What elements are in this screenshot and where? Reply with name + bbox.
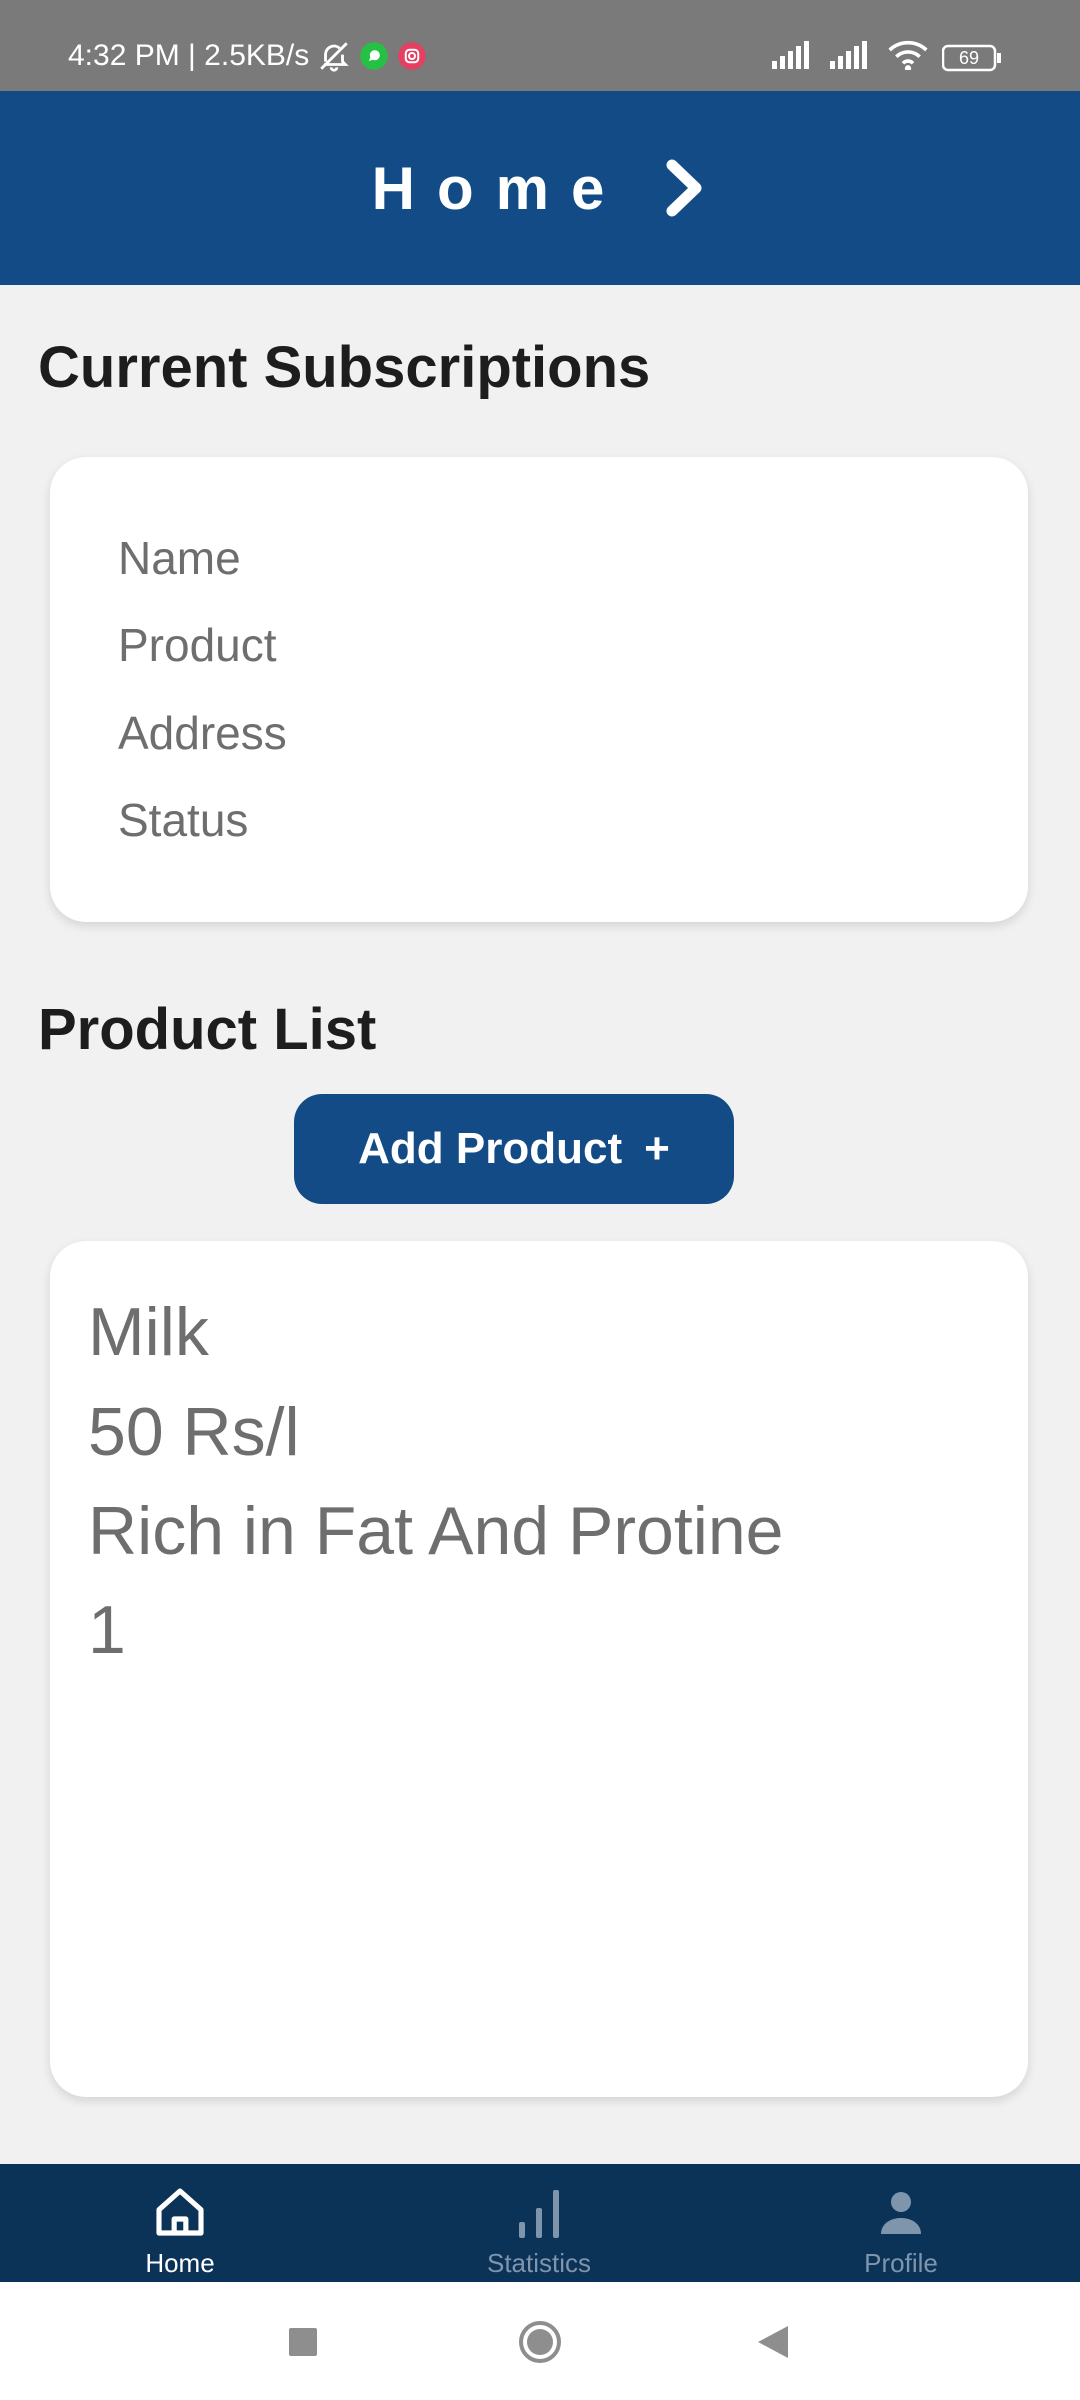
subscription-address-label: Address [118, 707, 287, 759]
subscription-status-label: Status [118, 794, 249, 846]
nav-item-home[interactable]: Home [50, 2164, 310, 2282]
signal-icon [830, 41, 874, 74]
nav-label-statistics: Statistics [486, 2248, 592, 2278]
nav-item-profile[interactable]: Profile [771, 2164, 1031, 2282]
chevron-right-icon[interactable] [662, 157, 708, 219]
battery-level: 69 [958, 47, 980, 68]
bar-chart-icon [515, 2180, 563, 2244]
product-price: 50 Rs/l [88, 1394, 300, 1470]
add-product-label: Add Product [358, 1124, 623, 1173]
person-icon [877, 2180, 925, 2244]
system-navigation-bar [0, 2282, 1080, 2400]
whatsapp-icon [359, 41, 389, 71]
subscription-name-label: Name [118, 532, 241, 584]
signal-icon [772, 41, 816, 74]
bottom-navigation: Home Statistics Profile [0, 2164, 1080, 2282]
battery-icon: 69 [941, 44, 1002, 72]
page-title: Home [371, 154, 627, 222]
status-right: 69 [772, 40, 1002, 75]
status-left: 4:32 PM | 2.5KB/s [68, 38, 427, 74]
subscription-card[interactable]: Name Product Address Status [50, 457, 1028, 922]
bell-off-icon [317, 39, 351, 73]
home-icon [152, 2180, 208, 2244]
status-time-speed: 4:32 PM | 2.5KB/s [68, 39, 310, 72]
nav-label-home: Home [145, 2248, 215, 2278]
subscriptions-heading: Current Subscriptions [38, 335, 651, 400]
home-circle-icon[interactable] [518, 2320, 562, 2369]
nav-item-statistics[interactable]: Statistics [409, 2164, 669, 2282]
nav-label-profile: Profile [864, 2248, 938, 2278]
wifi-icon [888, 40, 928, 75]
back-icon[interactable] [756, 2324, 790, 2365]
product-name: Milk [88, 1294, 209, 1370]
product-quantity: 1 [88, 1592, 126, 1668]
instagram-icon [397, 41, 427, 71]
subscription-product-label: Product [118, 619, 277, 671]
add-product-button[interactable]: Add Product + [294, 1094, 734, 1204]
recents-icon[interactable] [287, 2326, 319, 2363]
product-description: Rich in Fat And Protine [88, 1493, 784, 1569]
plus-icon: + [644, 1124, 670, 1173]
status-bar: 4:32 PM | 2.5KB/s 69 [0, 0, 1080, 91]
top-app-bar: Home [0, 91, 1080, 285]
product-list-heading: Product List [38, 997, 377, 1062]
product-card[interactable]: Milk 50 Rs/l Rich in Fat And Protine 1 [50, 1241, 1028, 2097]
